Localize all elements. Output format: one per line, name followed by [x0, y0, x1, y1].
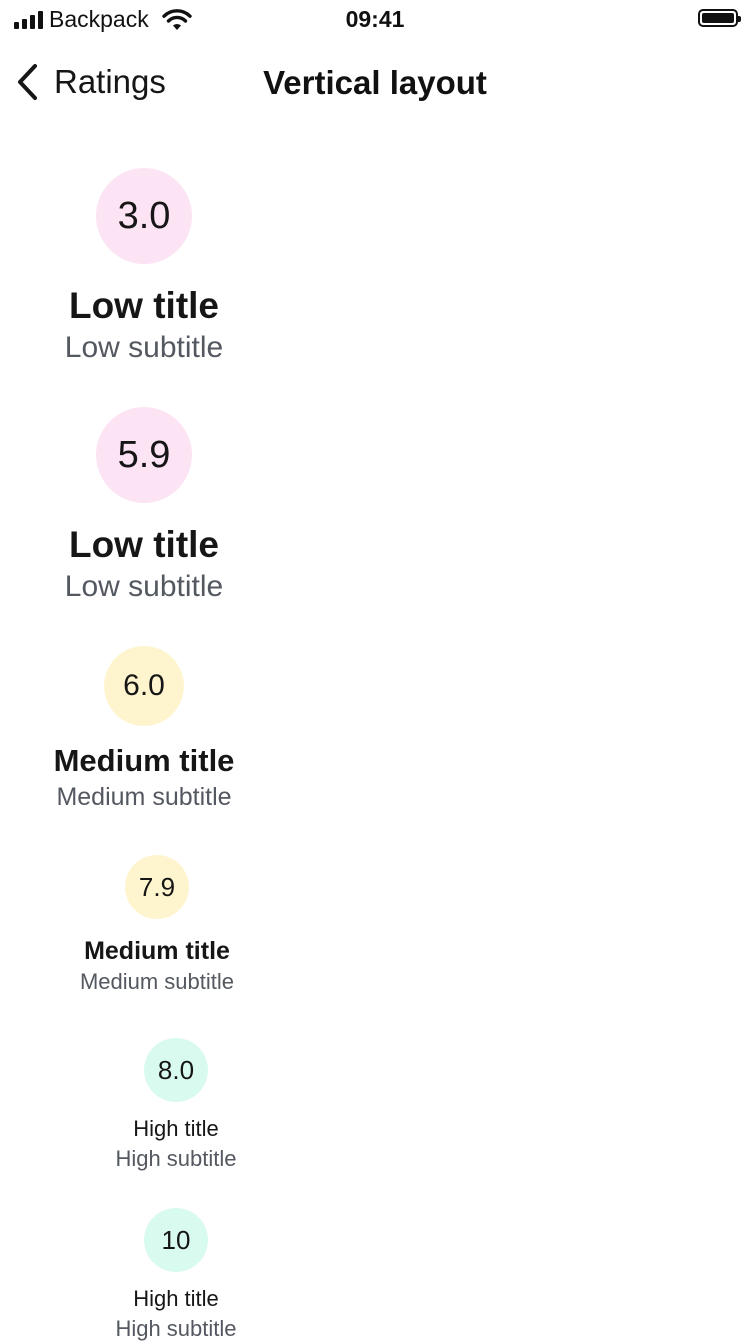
- rating-badge: 7.9: [125, 855, 189, 919]
- rating-item: 6.0 Medium title Medium subtitle: [24, 646, 264, 814]
- rating-title: Medium title: [84, 937, 230, 965]
- status-time: 09:41: [345, 6, 405, 32]
- page-title: Vertical layout: [263, 64, 487, 101]
- rating-title: High title: [133, 1116, 219, 1141]
- rating-subtitle: Medium subtitle: [56, 783, 232, 811]
- rating-title: Low title: [68, 285, 220, 326]
- rating-title: Low title: [68, 524, 220, 565]
- rating-subtitle: High subtitle: [115, 1146, 237, 1171]
- navigation-bar: Ratings Vertical layout: [0, 40, 750, 128]
- rating-item: 5.9 Low title Low subtitle: [44, 407, 244, 607]
- rating-badge: 10: [144, 1208, 208, 1272]
- rating-subtitle: High subtitle: [115, 1316, 237, 1341]
- rating-badge: 8.0: [144, 1038, 208, 1102]
- rating-title: Medium title: [53, 743, 235, 778]
- rating-subtitle: Low subtitle: [64, 570, 224, 603]
- status-bar: Backpack 09:41: [0, 0, 750, 40]
- rating-item: 10 High title High subtitle: [86, 1208, 266, 1344]
- rating-item: 7.9 Medium title Medium subtitle: [57, 855, 257, 997]
- rating-badge: 5.9: [96, 407, 192, 503]
- rating-badge: 6.0: [104, 646, 184, 726]
- rating-title: High title: [133, 1286, 219, 1311]
- battery-icon: [698, 9, 741, 27]
- rating-subtitle: Medium subtitle: [79, 969, 235, 994]
- rating-subtitle: Low subtitle: [64, 331, 224, 364]
- rating-item: 8.0 High title High subtitle: [86, 1038, 266, 1174]
- rating-badge: 3.0: [96, 168, 192, 264]
- rating-item: 3.0 Low title Low subtitle: [44, 168, 244, 368]
